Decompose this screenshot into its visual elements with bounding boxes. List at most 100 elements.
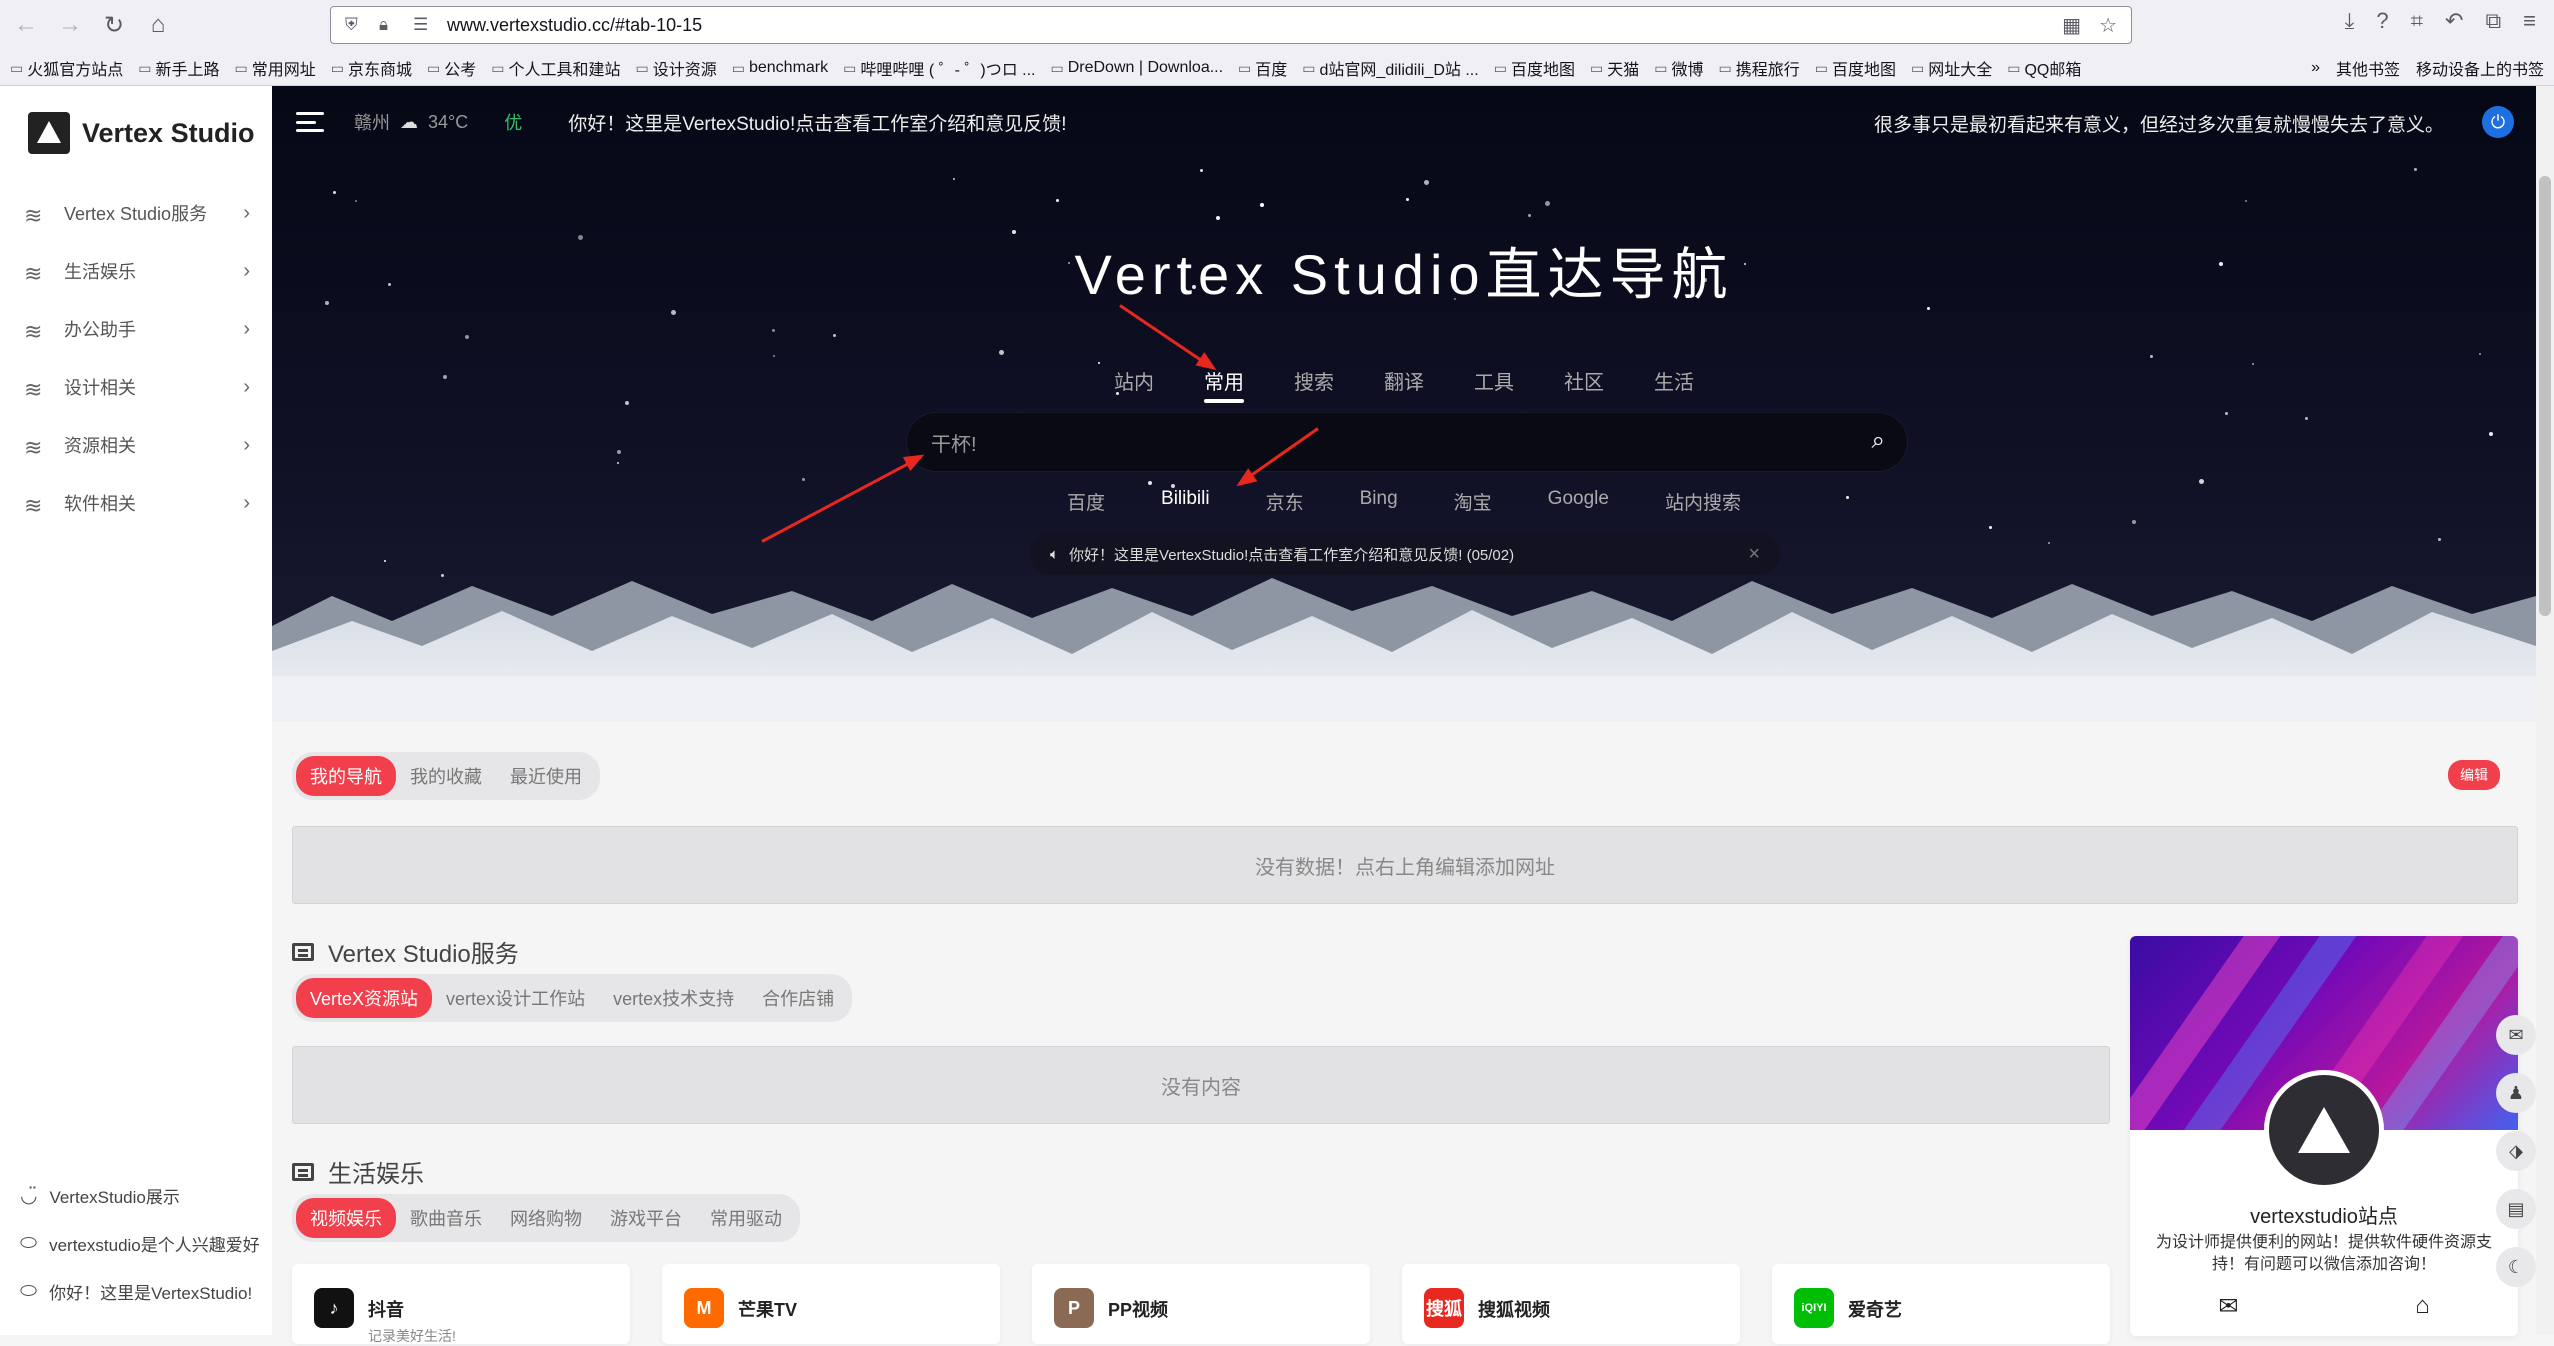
wechat-float-icon[interactable]: ✉ — [2496, 1015, 2536, 1055]
shield-icon[interactable]: ⛨ — [345, 15, 369, 35]
bookmark-item[interactable]: ▭ 百度地图 — [1494, 56, 1575, 80]
tab-games[interactable]: 游戏平台 — [596, 1198, 696, 1238]
sidebar-item-1[interactable]: ≋ 生活娱乐 › — [0, 242, 272, 300]
bookmark-item[interactable]: ▭ QQ邮箱 — [2007, 56, 2081, 80]
chevron-double-right-icon[interactable]: » — [2311, 59, 2320, 77]
home-icon[interactable]: ⌂ — [2415, 1292, 2430, 1321]
tab-drivers[interactable]: 常用驱动 — [696, 1198, 796, 1238]
sidebar-item-3[interactable]: ≋ 设计相关 › — [0, 358, 272, 416]
bookmark-item[interactable]: ▭ 公考 — [427, 56, 476, 80]
engine-option-5[interactable]: Google — [1548, 488, 1609, 515]
edit-button[interactable]: 编辑 — [2448, 760, 2500, 790]
engine-option-6[interactable]: 站内搜索 — [1665, 488, 1741, 515]
reload-icon[interactable]: ↻ — [96, 7, 132, 43]
forward-icon[interactable]: → — [52, 7, 88, 43]
tab-vertex-support[interactable]: vertex技术支持 — [599, 978, 748, 1018]
screenshot-icon[interactable]: ⌗ — [2411, 8, 2423, 34]
tab-my-nav[interactable]: 我的导航 — [296, 756, 396, 796]
help-icon[interactable]: ? — [2376, 8, 2388, 34]
wechat-icon[interactable]: ✉ — [2218, 1292, 2238, 1321]
weather-widget[interactable]: 赣州 ☁ 34°C — [354, 109, 468, 135]
bookmark-folder-icon: ▭ — [1814, 59, 1828, 76]
bookmark-item[interactable]: ▭ 天猫 — [1590, 56, 1639, 80]
sidebar-item-0[interactable]: ≋ Vertex Studio服务 › — [0, 184, 272, 242]
search-tab-2[interactable]: 搜索 — [1294, 366, 1334, 403]
scrollbar-thumb[interactable] — [2539, 176, 2551, 616]
downloads-icon[interactable]: ⤓ — [2345, 8, 2355, 34]
engine-option-4[interactable]: 淘宝 — [1454, 488, 1492, 515]
site-card[interactable]: iQIYI 爱奇艺 — [1772, 1264, 2110, 1344]
search-tab-3[interactable]: 翻译 — [1384, 366, 1424, 403]
close-icon[interactable]: × — [1748, 543, 1760, 566]
bookmark-item[interactable]: ▭ 百度地图 — [1815, 56, 1896, 80]
tab-recent[interactable]: 最近使用 — [496, 756, 596, 796]
sidebar-bottom-hello[interactable]: ⬭ 你好！这里是VertexStudio! — [0, 1267, 272, 1315]
top-notice[interactable]: 你好！这里是VertexStudio!点击查看工作室介绍和意见反馈! — [568, 109, 1066, 136]
bookmark-item[interactable]: ▭ 微博 — [1654, 56, 1703, 80]
bookmark-item[interactable]: ▭ 网址大全 — [1911, 56, 1992, 80]
sidebar-item-4[interactable]: ≋ 资源相关 › — [0, 416, 272, 474]
tab-vertex-design[interactable]: vertex设计工作站 — [432, 978, 599, 1018]
bookmark-folder[interactable]: 移动设备上的书签 — [2416, 56, 2544, 80]
search-tab-5[interactable]: 社区 — [1564, 366, 1604, 403]
extensions-icon[interactable]: ⧉ — [2485, 8, 2501, 34]
star-decoration — [384, 560, 386, 562]
site-permissions-icon[interactable]: ☰ — [413, 15, 437, 35]
site-card[interactable]: M 芒果TV — [662, 1264, 1000, 1344]
hamburger-icon[interactable] — [296, 112, 324, 132]
bookmark-item[interactable]: ▭ 新手上路 — [138, 56, 219, 80]
site-logo[interactable]: Vertex Studio — [28, 112, 255, 154]
tag-float-icon[interactable]: ⬗ — [2496, 1131, 2536, 1171]
tab-video[interactable]: 视频娱乐 — [296, 1198, 396, 1238]
url-text[interactable]: www.vertexstudio.cc/#tab-10-15 — [447, 15, 702, 36]
qq-float-icon[interactable]: ♟ — [2496, 1073, 2536, 1113]
search-icon[interactable]: ⌕ — [1872, 427, 1885, 455]
sidebar-item-2[interactable]: ≋ 办公助手 › — [0, 300, 272, 358]
bookmark-item[interactable]: ▭ 设计资源 — [636, 56, 717, 80]
bookmark-item[interactable]: ▭ 哔哩哔哩 ( ゜- ゜)つロ ... — [843, 56, 1035, 80]
back-icon[interactable]: ← — [8, 7, 44, 43]
bookmark-item[interactable]: ▭ 京东商城 — [331, 56, 412, 80]
qr-code-icon[interactable]: ▦ — [2062, 13, 2081, 38]
search-tab-0[interactable]: 站内 — [1114, 366, 1154, 403]
engine-option-1[interactable]: Bilibili — [1161, 488, 1210, 515]
undo-icon[interactable]: ↶ — [2445, 8, 2463, 34]
tab-my-favorites[interactable]: 我的收藏 — [396, 756, 496, 796]
bookmark-item[interactable]: ▭ 携程旅行 — [1718, 56, 1799, 80]
scrollbar[interactable] — [2536, 86, 2554, 1335]
bookmark-item[interactable]: ▭ 常用网址 — [235, 56, 316, 80]
lock-icon[interactable]: 🔒︎ — [379, 15, 403, 35]
engine-option-3[interactable]: Bing — [1360, 488, 1398, 515]
bookmark-item[interactable]: ▭ 火狐官方站点 — [10, 56, 123, 80]
bookmark-item[interactable]: ▭ d站官网_dilidili_D站 ... — [1302, 56, 1478, 80]
search-tab-4[interactable]: 工具 — [1474, 366, 1514, 403]
tab-partner-shops[interactable]: 合作店铺 — [748, 978, 848, 1018]
engine-option-0[interactable]: 百度 — [1067, 488, 1105, 515]
engine-option-2[interactable]: 京东 — [1266, 488, 1304, 515]
bookmark-item[interactable]: ▭ DreDown | Downloa... — [1050, 59, 1223, 77]
sidebar-item-5[interactable]: ≋ 软件相关 › — [0, 474, 272, 532]
search-input[interactable]: 干杯! ⌕ — [907, 413, 1907, 471]
site-subtitle: 记录美好生活! — [368, 1328, 456, 1344]
avatar[interactable] — [2264, 1070, 2384, 1190]
site-card[interactable]: 搜狐 搜狐视频 — [1402, 1264, 1740, 1344]
tab-vertex-resources[interactable]: VerteX资源站 — [296, 978, 433, 1018]
dark-mode-icon[interactable]: ☾ — [2496, 1247, 2536, 1287]
bookmark-item[interactable]: ▭ benchmark — [732, 59, 828, 77]
menu-icon[interactable]: ≡ — [2523, 8, 2536, 34]
bookmark-folder[interactable]: 其他书签 — [2336, 56, 2400, 80]
site-card[interactable]: P PP视频 — [1032, 1264, 1370, 1344]
bookmark-item[interactable]: ▭ 个人工具和建站 — [491, 56, 620, 80]
site-card[interactable]: ♪ 抖音 记录美好生活! — [292, 1264, 630, 1344]
calendar-float-icon[interactable]: ▤ — [2496, 1189, 2536, 1229]
tab-music[interactable]: 歌曲音乐 — [396, 1198, 496, 1238]
search-tab-6[interactable]: 生活 — [1654, 366, 1694, 403]
bookmark-star-icon[interactable]: ☆ — [2099, 13, 2117, 38]
power-icon[interactable]: ⏻ — [2482, 106, 2514, 138]
address-bar[interactable]: ⛨ 🔒︎ ☰ www.vertexstudio.cc/#tab-10-15 ▦ … — [330, 6, 2132, 44]
tab-shopping[interactable]: 网络购物 — [496, 1198, 596, 1238]
home-icon[interactable]: ⌂ — [140, 7, 176, 43]
sidebar-bottom-about[interactable]: ⬭ vertexstudio是个人兴趣爱好 — [0, 1219, 272, 1267]
bookmark-item[interactable]: ▭ 百度 — [1238, 56, 1287, 80]
sidebar-bottom-showcase[interactable]: ◡̈ VertexStudio展示 — [0, 1171, 272, 1219]
